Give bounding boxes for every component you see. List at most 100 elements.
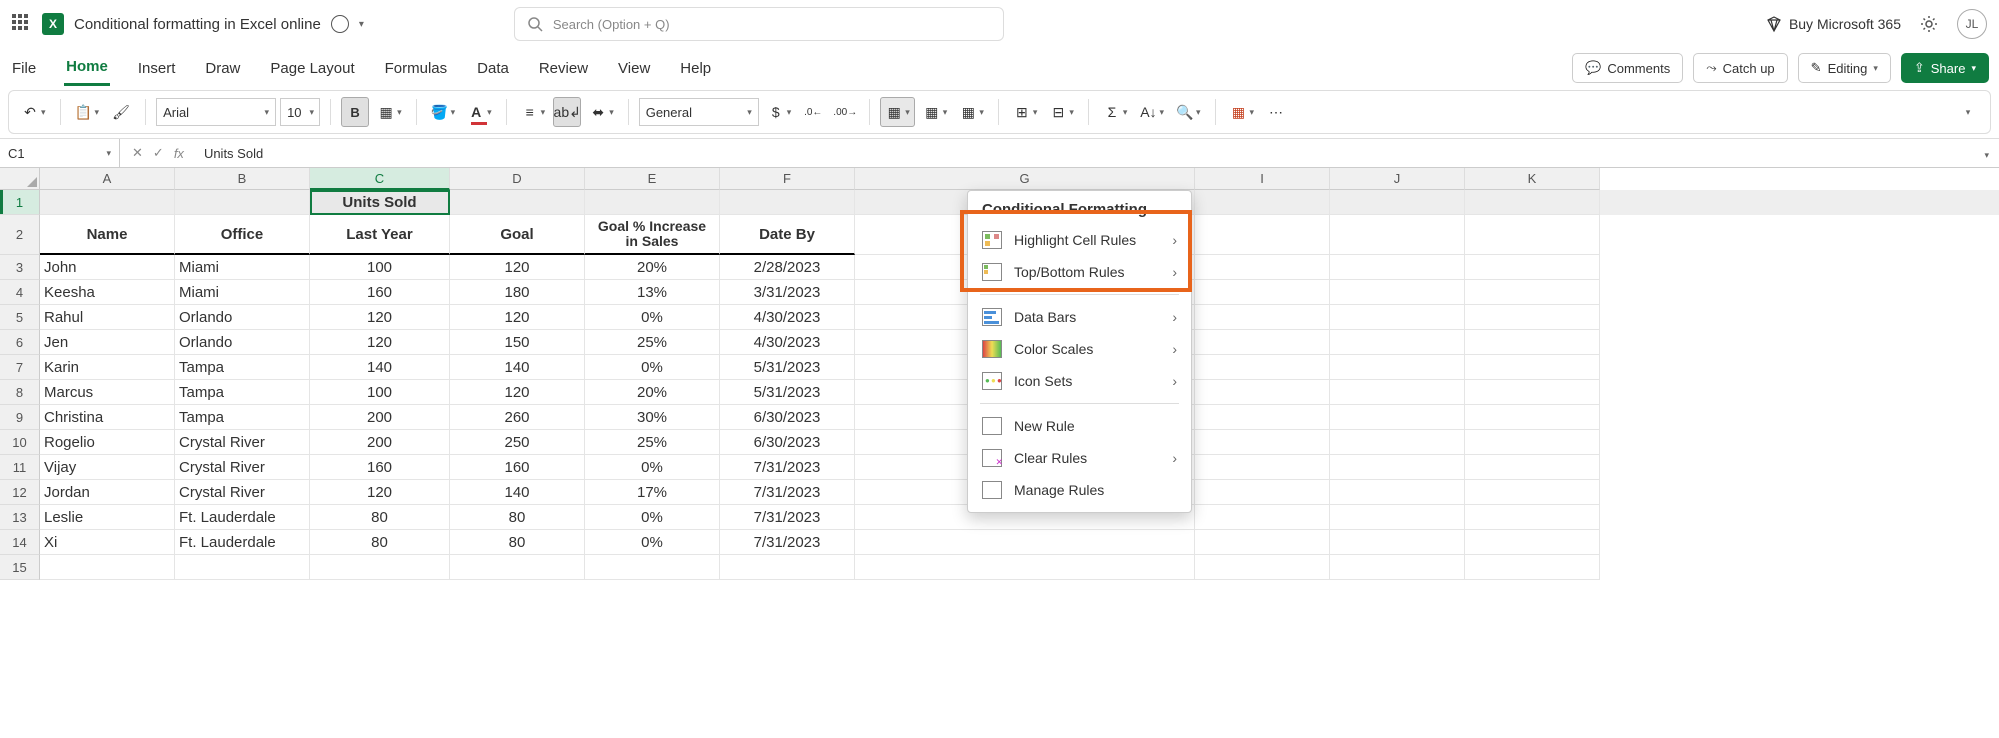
column-header-F[interactable]: F <box>720 168 855 190</box>
header-goal[interactable]: Goal <box>450 215 585 255</box>
cell-name[interactable]: Jordan <box>40 480 175 505</box>
undo-button[interactable]: ↶▾ <box>17 97 50 127</box>
format-painter-button[interactable]: 🖌 <box>107 97 135 127</box>
cell-date[interactable]: 3/31/2023 <box>720 280 855 305</box>
font-size-select[interactable]: 10▾ <box>280 98 320 126</box>
more-button[interactable]: ⋯ <box>1262 97 1290 127</box>
cell[interactable] <box>450 555 585 580</box>
cell-pct[interactable]: 0% <box>585 305 720 330</box>
search-input[interactable]: Search (Option + Q) <box>514 7 1004 41</box>
cell-goal[interactable]: 120 <box>450 255 585 280</box>
cf-clear-rules[interactable]: ✕ Clear Rules› <box>968 442 1191 474</box>
menu-page-layout[interactable]: Page Layout <box>268 52 356 85</box>
cell-goal[interactable]: 80 <box>450 530 585 555</box>
cell[interactable] <box>1330 555 1465 580</box>
cell-name[interactable]: John <box>40 255 175 280</box>
buy-microsoft-link[interactable]: Buy Microsoft 365 <box>1765 15 1901 33</box>
cell[interactable] <box>1465 405 1600 430</box>
cell-office[interactable]: Ft. Lauderdale <box>175 505 310 530</box>
cell-date[interactable]: 7/31/2023 <box>720 455 855 480</box>
cell[interactable] <box>1465 380 1600 405</box>
cell-name[interactable]: Jen <box>40 330 175 355</box>
cell[interactable] <box>1330 280 1465 305</box>
cell[interactable] <box>1330 330 1465 355</box>
cell-last[interactable]: 120 <box>310 480 450 505</box>
cell[interactable] <box>1195 355 1330 380</box>
cell[interactable] <box>1330 215 1465 255</box>
saved-icon[interactable] <box>331 15 349 33</box>
cancel-formula-icon[interactable]: ✕ <box>132 145 143 161</box>
cell[interactable] <box>1465 480 1600 505</box>
header-pct[interactable]: Goal % Increase in Sales <box>585 215 720 255</box>
cell[interactable] <box>1465 530 1600 555</box>
cell-pct[interactable]: 25% <box>585 430 720 455</box>
row-header-13[interactable]: 13 <box>0 505 40 530</box>
cell[interactable] <box>1195 255 1330 280</box>
menu-draw[interactable]: Draw <box>203 52 242 85</box>
cell-date[interactable]: 4/30/2023 <box>720 330 855 355</box>
fill-color-button[interactable]: 🪣▾ <box>427 97 460 127</box>
comments-button[interactable]: 💬Comments <box>1572 53 1683 83</box>
cell[interactable] <box>1330 505 1465 530</box>
cell-date[interactable]: 7/31/2023 <box>720 530 855 555</box>
cell[interactable] <box>1330 530 1465 555</box>
cell[interactable] <box>1195 455 1330 480</box>
cell[interactable] <box>1195 190 1330 215</box>
row-header-10[interactable]: 10 <box>0 430 40 455</box>
cell[interactable] <box>855 530 1195 555</box>
cell-name[interactable]: Leslie <box>40 505 175 530</box>
column-header-J[interactable]: J <box>1330 168 1465 190</box>
cell-office[interactable]: Orlando <box>175 305 310 330</box>
cell[interactable] <box>1330 405 1465 430</box>
increase-decimal-button[interactable]: .00→ <box>831 97 859 127</box>
cell-pct[interactable]: 17% <box>585 480 720 505</box>
cell-pct[interactable]: 30% <box>585 405 720 430</box>
cell[interactable] <box>1330 480 1465 505</box>
cell[interactable] <box>1330 430 1465 455</box>
cell-goal[interactable]: 250 <box>450 430 585 455</box>
cell-last[interactable]: 140 <box>310 355 450 380</box>
cell[interactable] <box>585 555 720 580</box>
bold-button[interactable]: B <box>341 97 369 127</box>
cell-office[interactable]: Orlando <box>175 330 310 355</box>
delete-cells-button[interactable]: ⊟▾ <box>1045 97 1078 127</box>
cf-highlight-cell-rules[interactable]: Highlight Cell Rules› <box>968 224 1191 256</box>
cell-name[interactable]: Karin <box>40 355 175 380</box>
cell-last[interactable]: 80 <box>310 530 450 555</box>
accept-formula-icon[interactable]: ✓ <box>153 145 164 161</box>
cell-office[interactable]: Tampa <box>175 405 310 430</box>
cell[interactable] <box>450 190 585 215</box>
cell[interactable] <box>1195 380 1330 405</box>
sort-filter-button[interactable]: A↓▾ <box>1135 97 1168 127</box>
autosum-button[interactable]: Σ▾ <box>1099 97 1132 127</box>
formula-input[interactable]: Units Sold <box>196 146 1975 161</box>
cell-office[interactable]: Miami <box>175 280 310 305</box>
cell-last[interactable]: 160 <box>310 280 450 305</box>
cell[interactable] <box>1465 505 1600 530</box>
document-title[interactable]: Conditional formatting in Excel online <box>74 16 321 33</box>
menu-view[interactable]: View <box>616 52 652 85</box>
row-header-5[interactable]: 5 <box>0 305 40 330</box>
fx-icon[interactable]: fx <box>174 146 184 161</box>
cell[interactable] <box>1195 330 1330 355</box>
cell-goal[interactable]: 180 <box>450 280 585 305</box>
wrap-text-button[interactable]: ab↲ <box>553 97 581 127</box>
cell-date[interactable]: 7/31/2023 <box>720 480 855 505</box>
editing-mode-button[interactable]: ✎Editing▾ <box>1798 53 1891 83</box>
cell-office[interactable]: Crystal River <box>175 455 310 480</box>
cell[interactable] <box>1195 305 1330 330</box>
cf-manage-rules[interactable]: Manage Rules <box>968 474 1191 506</box>
cell[interactable] <box>1465 215 1600 255</box>
currency-button[interactable]: $▾ <box>763 97 796 127</box>
cell-name[interactable]: Christina <box>40 405 175 430</box>
cell[interactable] <box>855 555 1195 580</box>
find-button[interactable]: 🔍▾ <box>1172 97 1205 127</box>
cell-date[interactable]: 6/30/2023 <box>720 430 855 455</box>
cell-name[interactable]: Rogelio <box>40 430 175 455</box>
active-cell[interactable]: Units Sold <box>310 190 450 215</box>
cell-last[interactable]: 120 <box>310 330 450 355</box>
cell[interactable] <box>1195 405 1330 430</box>
cell-name[interactable]: Marcus <box>40 380 175 405</box>
cell-office[interactable]: Tampa <box>175 380 310 405</box>
catch-up-button[interactable]: ⤳Catch up <box>1693 53 1787 83</box>
